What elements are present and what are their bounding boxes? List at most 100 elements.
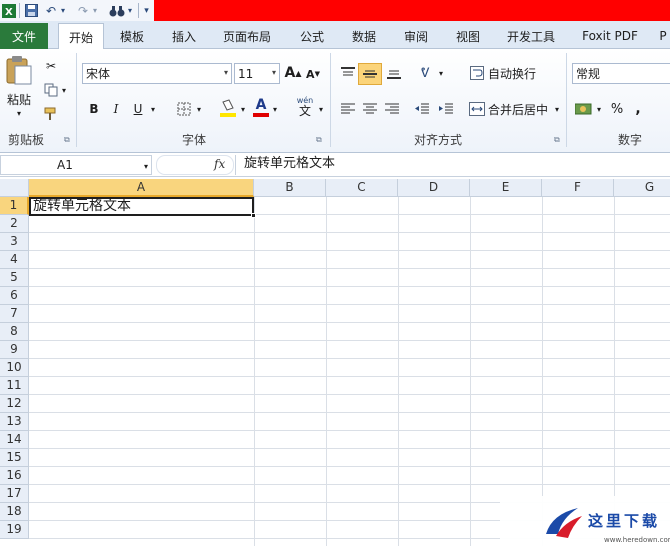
paste-icon[interactable] (4, 55, 34, 85)
increase-indent-icon[interactable] (436, 99, 456, 119)
phonetic-guide-icon[interactable]: wén 文 (294, 95, 316, 119)
borders-icon[interactable] (174, 99, 194, 119)
fill-handle[interactable] (251, 213, 256, 218)
row-header-12[interactable]: 12 (0, 395, 29, 413)
shrink-font-icon[interactable]: A ▼ (304, 65, 322, 83)
decrease-indent-icon[interactable] (412, 99, 432, 119)
comma-button[interactable]: , (630, 99, 646, 119)
align-center-icon[interactable] (360, 99, 380, 119)
binoculars-dropdown-icon[interactable]: ▾ (126, 2, 134, 19)
percent-button[interactable]: % (608, 99, 626, 119)
tab-foxit-pdf[interactable]: Foxit PDF (574, 23, 646, 49)
fill-color-icon[interactable] (218, 97, 238, 119)
copy-icon[interactable] (42, 81, 60, 99)
column-header-a[interactable]: A (29, 179, 254, 197)
row-header-4[interactable]: 4 (0, 251, 29, 269)
align-bottom-icon[interactable] (384, 63, 404, 83)
insert-function-icon[interactable]: fx (214, 157, 225, 171)
grow-font-icon[interactable]: A ▲ (284, 63, 302, 83)
worksheet-grid[interactable]: A B C D E F G 1 2 3 4 5 6 7 8 9 10 11 12 13 14 15 16 17 1… (0, 179, 670, 546)
merge-center-dropdown-icon[interactable]: ▾ (552, 101, 562, 117)
excel-icon[interactable]: X (1, 2, 17, 19)
tab-developer[interactable]: 开发工具 (498, 23, 564, 49)
row-header-18[interactable]: 18 (0, 503, 29, 521)
align-top-icon[interactable] (338, 63, 358, 83)
cut-icon[interactable]: ✂ (42, 57, 60, 75)
underline-dropdown-icon[interactable]: ▾ (148, 101, 158, 117)
bold-button[interactable]: B (86, 99, 102, 119)
clipboard-dialog-launcher-icon[interactable]: ⧉ (64, 135, 70, 145)
tab-template[interactable]: 模板 (110, 23, 154, 49)
select-all-corner[interactable] (0, 179, 29, 197)
tab-page-layout[interactable]: 页面布局 (214, 23, 280, 49)
align-left-icon[interactable] (338, 99, 358, 119)
tab-insert[interactable]: 插入 (162, 23, 206, 49)
column-header-g[interactable]: G (614, 179, 670, 197)
format-painter-icon[interactable] (42, 105, 60, 123)
formula-input[interactable]: 旋转单元格文本 (235, 155, 670, 175)
font-size-combo[interactable]: 11 ▾ (234, 63, 280, 84)
font-size-dropdown-icon[interactable]: ▾ (272, 68, 276, 77)
wrap-text-button[interactable]: 自动换行 (488, 63, 540, 83)
row-header-2[interactable]: 2 (0, 215, 29, 233)
orientation-dropdown-icon[interactable]: ▾ (436, 65, 446, 81)
column-header-e[interactable]: E (470, 179, 542, 197)
row-header-3[interactable]: 3 (0, 233, 29, 251)
borders-dropdown-icon[interactable]: ▾ (194, 101, 204, 117)
merge-center-icon[interactable] (468, 99, 486, 119)
currency-dropdown-icon[interactable]: ▾ (594, 101, 604, 117)
column-header-c[interactable]: C (326, 179, 398, 197)
row-header-19[interactable]: 19 (0, 521, 29, 539)
binoculars-icon[interactable] (108, 2, 126, 19)
save-icon[interactable] (23, 2, 39, 19)
undo-dropdown-icon[interactable]: ▾ (58, 2, 68, 19)
phonetic-dropdown-icon[interactable]: ▾ (316, 101, 326, 117)
tab-file[interactable]: 文件 (0, 23, 48, 49)
row-header-5[interactable]: 5 (0, 269, 29, 287)
row-header-7[interactable]: 7 (0, 305, 29, 323)
alignment-dialog-launcher-icon[interactable]: ⧉ (554, 135, 560, 145)
undo-icon[interactable]: ↶ (44, 2, 58, 19)
name-box[interactable]: A1 ▾ (0, 155, 152, 175)
fill-color-dropdown-icon[interactable]: ▾ (238, 101, 248, 117)
tab-p[interactable]: P (656, 23, 670, 49)
align-middle-icon[interactable] (358, 63, 382, 85)
tab-data[interactable]: 数据 (342, 23, 386, 49)
tab-view[interactable]: 视图 (446, 23, 490, 49)
redo-icon[interactable]: ↷ (76, 2, 90, 19)
tab-review[interactable]: 审阅 (394, 23, 438, 49)
font-dialog-launcher-icon[interactable]: ⧉ (316, 135, 322, 145)
name-box-dropdown-icon[interactable]: ▾ (144, 158, 148, 176)
font-color-dropdown-icon[interactable]: ▾ (270, 101, 280, 117)
customize-qat-icon[interactable]: ▾ (141, 2, 152, 19)
align-right-icon[interactable] (382, 99, 402, 119)
column-header-f[interactable]: F (542, 179, 614, 197)
column-header-b[interactable]: B (254, 179, 326, 197)
paste-button[interactable]: 粘贴 (4, 91, 34, 107)
row-header-6[interactable]: 6 (0, 287, 29, 305)
row-header-13[interactable]: 13 (0, 413, 29, 431)
tab-formulas[interactable]: 公式 (290, 23, 334, 49)
orientation-icon[interactable]: ᕓ (414, 63, 436, 83)
row-header-14[interactable]: 14 (0, 431, 29, 449)
redo-dropdown-icon[interactable]: ▾ (90, 2, 100, 19)
underline-button[interactable]: U (130, 99, 146, 119)
row-header-8[interactable]: 8 (0, 323, 29, 341)
wrap-text-icon[interactable] (468, 63, 486, 83)
italic-button[interactable]: I (108, 99, 124, 119)
row-header-1[interactable]: 1 (0, 197, 29, 215)
row-header-11[interactable]: 11 (0, 377, 29, 395)
cell-a1[interactable]: 旋转单元格文本 (29, 197, 254, 216)
merge-center-button[interactable]: 合并后居中 (488, 99, 552, 119)
font-name-dropdown-icon[interactable]: ▾ (224, 68, 228, 77)
row-header-15[interactable]: 15 (0, 449, 29, 467)
row-header-17[interactable]: 17 (0, 485, 29, 503)
number-format-combo[interactable]: 常规 (572, 63, 670, 84)
column-header-d[interactable]: D (398, 179, 470, 197)
row-header-9[interactable]: 9 (0, 341, 29, 359)
font-color-icon[interactable]: A (252, 95, 270, 119)
font-name-combo[interactable]: 宋体 ▾ (82, 63, 232, 84)
currency-format-icon[interactable] (574, 99, 594, 119)
row-header-10[interactable]: 10 (0, 359, 29, 377)
tab-home[interactable]: 开始 (58, 23, 104, 50)
